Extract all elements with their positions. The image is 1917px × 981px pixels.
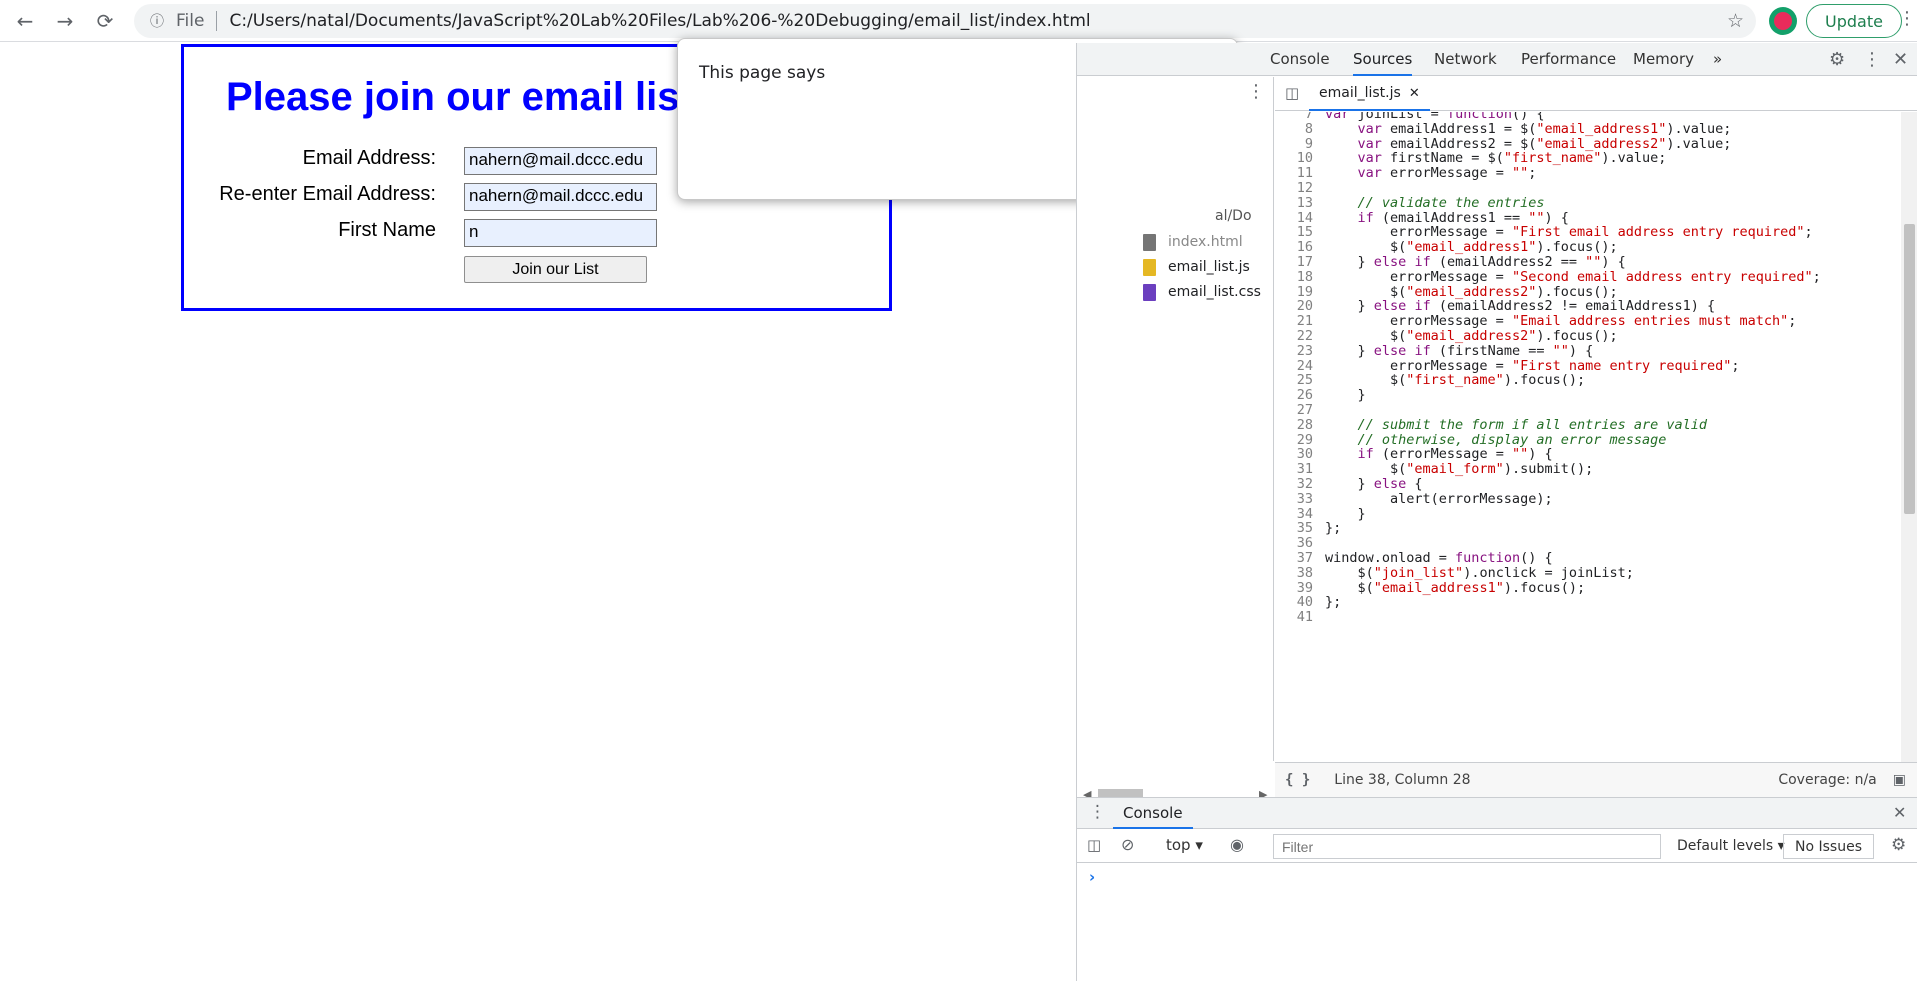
tab-network[interactable]: Network xyxy=(1434,43,1497,76)
scheme-label: File xyxy=(176,11,205,31)
nav-file-email-list-js[interactable]: email_list.js xyxy=(1143,256,1250,278)
first-name-input[interactable]: n xyxy=(464,219,657,247)
console-sidebar-icon[interactable]: ◫ xyxy=(1087,836,1101,854)
console-settings-gear-icon[interactable]: ⚙ xyxy=(1891,835,1906,855)
avatar-dot xyxy=(1774,12,1792,30)
join-list-button[interactable]: Join our List xyxy=(464,256,647,283)
clear-console-icon[interactable]: ⊘ xyxy=(1121,835,1134,854)
bookmark-star-icon[interactable]: ☆ xyxy=(1727,10,1744,32)
nav-file-label: email_list.css xyxy=(1168,284,1261,300)
js-file-icon xyxy=(1143,258,1156,276)
editor-tab-label: email_list.js xyxy=(1319,85,1401,101)
code-editor[interactable]: 7 var joinList = function() {8 var emailA… xyxy=(1275,112,1901,762)
devtools-tabbar: Console Sources Network Performance Memo… xyxy=(1077,43,1917,76)
html-file-icon xyxy=(1143,233,1156,251)
issues-button[interactable]: No Issues xyxy=(1783,834,1874,859)
close-devtools-icon[interactable]: ✕ xyxy=(1893,49,1908,70)
forward-arrow-icon[interactable]: → xyxy=(50,6,80,36)
info-icon[interactable]: ⓘ xyxy=(146,11,168,31)
sources-navigator: ⋮ al/Do index.html email_list.js email_l… xyxy=(1077,77,1274,761)
navigator-menu-icon[interactable]: ⋮ xyxy=(1247,81,1265,102)
code-line[interactable]: 41 xyxy=(1275,608,1325,626)
browser-toolbar: ← → ⟳ ⓘ File C:/Users/natal/Documents/Ja… xyxy=(0,0,1917,42)
tab-memory[interactable]: Memory xyxy=(1633,43,1694,76)
editor-tabbar: ◫ email_list.js ✕ xyxy=(1275,77,1917,111)
devtools-menu-icon[interactable]: ⋮ xyxy=(1863,49,1881,70)
levels-label: Default levels xyxy=(1677,838,1774,854)
close-tab-icon[interactable]: ✕ xyxy=(1409,86,1420,101)
context-selector[interactable]: top ▾ xyxy=(1166,836,1203,854)
code-text: var errorMessage = ""; xyxy=(1357,165,1537,182)
drawer-menu-icon[interactable]: ⋮ xyxy=(1089,802,1106,822)
console-filter-input[interactable] xyxy=(1273,834,1661,859)
editor-tab-email-list-js[interactable]: email_list.js ✕ xyxy=(1309,77,1430,111)
coverage-icon[interactable]: ▣ xyxy=(1893,772,1906,788)
address-bar[interactable]: ⓘ File C:/Users/natal/Documents/JavaScri… xyxy=(134,4,1756,38)
toggle-navigator-icon[interactable]: ◫ xyxy=(1285,84,1299,102)
nav-file-label: email_list.js xyxy=(1168,259,1250,275)
devtools-panel: Console Sources Network Performance Memo… xyxy=(1076,43,1917,981)
tab-sources[interactable]: Sources xyxy=(1353,43,1413,76)
code-text: } xyxy=(1325,387,1366,404)
nav-file-index-html[interactable]: index.html xyxy=(1143,231,1243,253)
drawer-tab-console[interactable]: Console xyxy=(1113,798,1193,829)
update-button[interactable]: Update xyxy=(1806,4,1902,38)
reload-icon[interactable]: ⟳ xyxy=(90,6,120,36)
live-expression-eye-icon[interactable]: ◉ xyxy=(1230,835,1244,854)
url-text[interactable]: C:/Users/natal/Documents/JavaScript%20La… xyxy=(229,11,1090,31)
code-scroll-thumb[interactable] xyxy=(1904,224,1915,514)
more-tabs-icon[interactable]: » xyxy=(1713,43,1722,76)
default-levels-dropdown[interactable]: Default levels ▾ xyxy=(1677,834,1785,859)
browser-menu-icon[interactable]: ⋮ xyxy=(1898,8,1916,29)
reenter-email-label: Re-enter Email Address: xyxy=(219,183,436,205)
first-name-label: First Name xyxy=(338,219,436,241)
console-prompt[interactable]: › xyxy=(1089,868,1095,886)
line-number[interactable]: 41 xyxy=(1275,608,1313,626)
tab-performance[interactable]: Performance xyxy=(1521,43,1616,76)
close-drawer-icon[interactable]: ✕ xyxy=(1893,803,1906,822)
pretty-print-icon[interactable]: { } xyxy=(1285,772,1310,788)
css-file-icon xyxy=(1143,283,1156,301)
nav-file-email-list-css[interactable]: email_list.css xyxy=(1143,281,1261,303)
back-arrow-icon[interactable]: ← xyxy=(10,6,40,36)
editor-status-bar: { } Line 38, Column 28 Coverage: n/a ▣ xyxy=(1275,762,1917,797)
page-title: Please join our email list xyxy=(226,75,693,119)
reenter-email-input[interactable]: nahern@mail.dccc.edu xyxy=(464,183,657,211)
console-toolbar: ◫ ⊘ top ▾ ◉ Default levels ▾ No Issues ⚙ xyxy=(1077,830,1917,863)
cursor-position: Line 38, Column 28 xyxy=(1334,772,1471,788)
code-text: }; xyxy=(1325,594,1342,611)
settings-gear-icon[interactable]: ⚙ xyxy=(1829,49,1845,70)
drawer-header: ⋮ Console ✕ xyxy=(1077,798,1917,829)
coverage-label: Coverage: n/a xyxy=(1778,772,1877,788)
code-text: }; xyxy=(1325,520,1342,537)
alert-title: This page says xyxy=(699,63,826,83)
code-text: $("email_address1").focus(); xyxy=(1325,579,1586,596)
tab-console[interactable]: Console xyxy=(1270,43,1330,76)
code-vertical-scrollbar[interactable] xyxy=(1901,112,1917,762)
profile-avatar[interactable] xyxy=(1769,7,1797,35)
console-drawer: ⋮ Console ✕ ◫ ⊘ top ▾ ◉ Default levels ▾… xyxy=(1077,797,1917,981)
nav-file-label: index.html xyxy=(1168,234,1243,250)
navigator-folder[interactable]: al/Do xyxy=(1215,208,1252,224)
address-separator xyxy=(216,11,218,31)
context-label: top xyxy=(1166,836,1191,854)
email-label: Email Address: xyxy=(302,147,436,169)
email-input[interactable]: nahern@mail.dccc.edu xyxy=(464,147,657,175)
